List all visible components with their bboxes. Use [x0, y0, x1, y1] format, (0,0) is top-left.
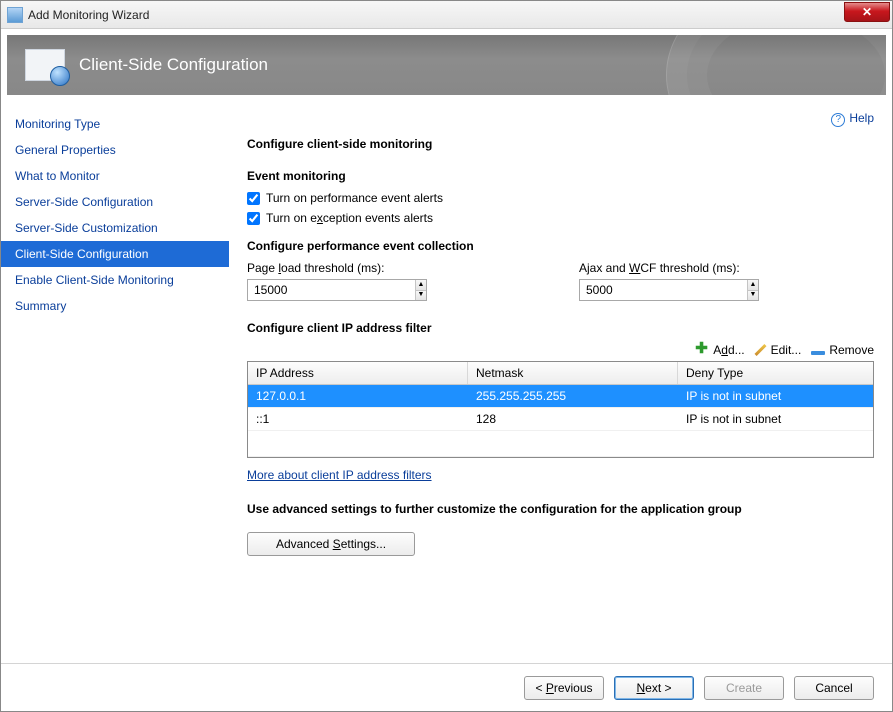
performance-alerts-checkbox[interactable]	[247, 192, 260, 205]
exception-alerts-row: Turn on exception events alerts	[247, 211, 874, 225]
col-netmask[interactable]: Netmask	[468, 362, 678, 384]
close-icon: ✕	[862, 5, 872, 19]
create-button: Create	[704, 676, 784, 700]
exception-alerts-label: Turn on exception events alerts	[266, 211, 433, 225]
cell-ip: 127.0.0.1	[248, 385, 468, 407]
page-load-spinbuttons: ▲ ▼	[415, 280, 426, 300]
page-load-spin-down[interactable]: ▼	[416, 291, 426, 301]
help-label: Help	[849, 111, 874, 125]
ajax-spinner: ▲ ▼	[579, 279, 759, 301]
cancel-button[interactable]: Cancel	[794, 676, 874, 700]
table-row-empty	[248, 431, 873, 457]
page-load-spinner: ▲ ▼	[247, 279, 427, 301]
add-button[interactable]: ✚ Add...	[695, 343, 744, 357]
wizard-footer: < Previous Next > Create Cancel	[1, 663, 892, 711]
sidebar-item-server-side-customization[interactable]: Server-Side Customization	[1, 215, 229, 241]
next-button[interactable]: Next >	[614, 676, 694, 700]
remove-icon	[811, 351, 825, 355]
cell-ip: ::1	[248, 408, 468, 430]
cell-deny: IP is not in subnet	[678, 408, 873, 430]
sidebar-item-summary[interactable]: Summary	[1, 293, 229, 319]
content-pane: ? Help Configure client-side monitoring E…	[229, 101, 892, 663]
close-button[interactable]: ✕	[844, 2, 890, 22]
edit-label: Edit...	[771, 343, 802, 357]
window-title: Add Monitoring Wizard	[28, 8, 149, 22]
cell-netmask: 255.255.255.255	[468, 385, 678, 407]
page-load-label: Page load threshold (ms):	[247, 261, 427, 275]
titlebar: Add Monitoring Wizard ✕	[1, 1, 892, 29]
ajax-spinbuttons: ▲ ▼	[747, 280, 758, 300]
ajax-label: Ajax and WCF threshold (ms):	[579, 261, 759, 275]
performance-alerts-label: Turn on performance event alerts	[266, 191, 443, 205]
sidebar: Monitoring Type General Properties What …	[1, 101, 229, 663]
page-load-input[interactable]	[248, 280, 415, 300]
remove-button[interactable]: Remove	[811, 343, 874, 357]
event-monitoring-heading: Event monitoring	[247, 169, 874, 183]
remove-label: Remove	[829, 343, 874, 357]
banner-icon	[25, 49, 65, 81]
wizard-window: Add Monitoring Wizard ✕ Client-Side Conf…	[0, 0, 893, 712]
sidebar-item-general-properties[interactable]: General Properties	[1, 137, 229, 163]
table-row[interactable]: 127.0.0.1 255.255.255.255 IP is not in s…	[248, 385, 873, 408]
sidebar-item-monitoring-type[interactable]: Monitoring Type	[1, 111, 229, 137]
ipfilter-table: IP Address Netmask Deny Type 127.0.0.1 2…	[247, 361, 874, 458]
wizard-body: Monitoring Type General Properties What …	[1, 101, 892, 663]
page-load-spin-up[interactable]: ▲	[416, 280, 426, 291]
page-title: Configure client-side monitoring	[247, 137, 874, 151]
ipfilter-heading: Configure client IP address filter	[247, 321, 874, 335]
performance-alerts-row: Turn on performance event alerts	[247, 191, 874, 205]
ajax-input[interactable]	[580, 280, 747, 300]
help-icon: ?	[831, 113, 845, 127]
threshold-fields: Page load threshold (ms): ▲ ▼ Ajax and W…	[247, 261, 874, 301]
add-label: Add...	[713, 343, 744, 357]
more-link[interactable]: More about client IP address filters	[247, 468, 432, 482]
cell-deny: IP is not in subnet	[678, 385, 873, 407]
table-row[interactable]: ::1 128 IP is not in subnet	[248, 408, 873, 431]
sidebar-item-what-to-monitor[interactable]: What to Monitor	[1, 163, 229, 189]
ajax-field: Ajax and WCF threshold (ms): ▲ ▼	[579, 261, 759, 301]
ipfilter-toolbar: ✚ Add... Edit... Remove	[247, 343, 874, 357]
ajax-spin-up[interactable]: ▲	[748, 280, 758, 291]
help-link[interactable]: ? Help	[831, 111, 874, 127]
sidebar-item-enable-client-side-monitoring[interactable]: Enable Client-Side Monitoring	[1, 267, 229, 293]
col-ip[interactable]: IP Address	[248, 362, 468, 384]
cell-netmask: 128	[468, 408, 678, 430]
banner-caption: Client-Side Configuration	[79, 55, 268, 75]
banner-decoration	[666, 35, 886, 95]
add-icon: ✚	[695, 343, 709, 357]
perf-collection-heading: Configure performance event collection	[247, 239, 874, 253]
previous-button[interactable]: < Previous	[524, 676, 604, 700]
table-header: IP Address Netmask Deny Type	[248, 362, 873, 385]
edit-button[interactable]: Edit...	[755, 343, 802, 357]
ajax-spin-down[interactable]: ▼	[748, 291, 758, 301]
edit-icon	[754, 344, 766, 356]
app-icon	[7, 7, 23, 23]
advanced-settings-button[interactable]: Advanced Settings...	[247, 532, 415, 556]
sidebar-item-client-side-configuration[interactable]: Client-Side Configuration	[1, 241, 229, 267]
exception-alerts-checkbox[interactable]	[247, 212, 260, 225]
advanced-heading: Use advanced settings to further customi…	[247, 502, 874, 516]
page-load-field: Page load threshold (ms): ▲ ▼	[247, 261, 427, 301]
col-deny[interactable]: Deny Type	[678, 362, 873, 384]
sidebar-item-server-side-configuration[interactable]: Server-Side Configuration	[1, 189, 229, 215]
banner: Client-Side Configuration	[7, 35, 886, 95]
